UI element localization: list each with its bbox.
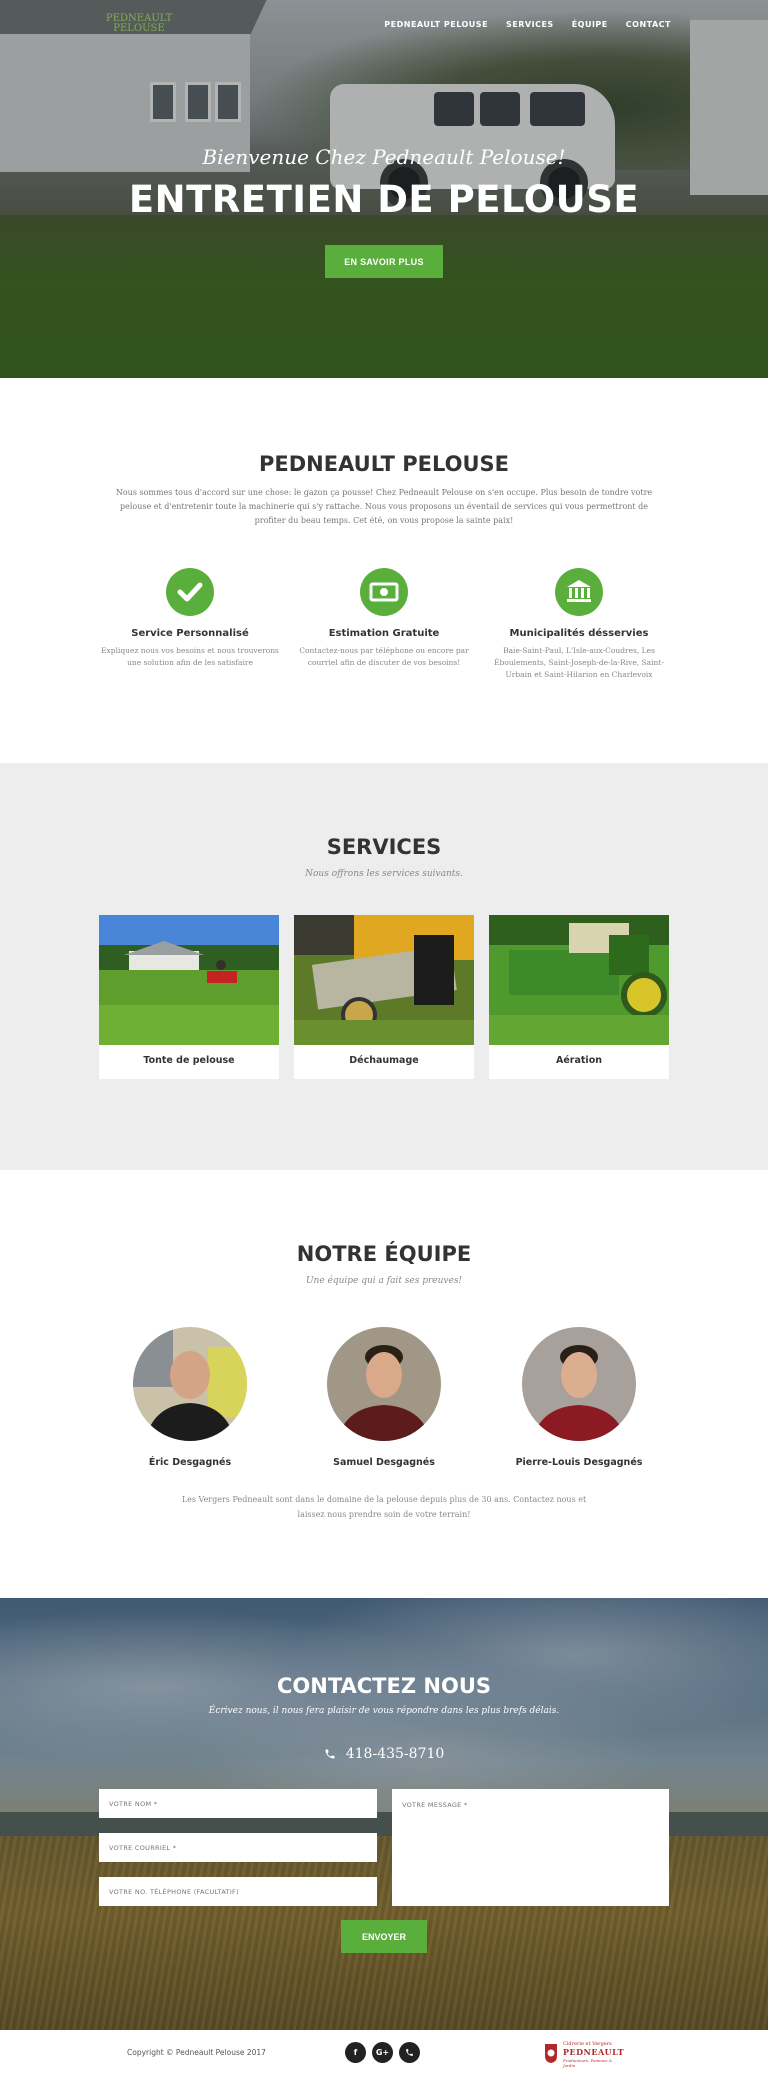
team-title: NOTRE ÉQUIPE: [296, 1242, 472, 1266]
partner-logo[interactable]: Cidrerie et Vergers PEDNEAULT Producteur…: [543, 2041, 624, 2068]
partner-line2: PEDNEAULT: [563, 2047, 625, 2057]
contact-subtitle: Écrivez nous, il nous fera plaisir de vo…: [208, 1706, 560, 1716]
about-section: PEDNEAULT PELOUSE Nous sommes tous d'acc…: [0, 378, 768, 763]
google-plus-icon[interactable]: G+: [372, 2042, 393, 2063]
services-subtitle: Nous offrons les services suivants.: [305, 869, 463, 879]
nav-item-equipe[interactable]: ÉQUIPE: [572, 20, 608, 29]
avatar: [522, 1327, 636, 1441]
member-name: Éric Desgagnés: [148, 1457, 232, 1468]
avatar: [327, 1327, 441, 1441]
team-member: Samuel Desgagnés: [314, 1327, 454, 1468]
member-name: Pierre-Louis Desgagnés: [515, 1457, 643, 1468]
main-nav: PEDNEAULT PELOUSE SERVICES ÉQUIPE CONTAC…: [384, 20, 671, 29]
site-logo[interactable]: PEDNEAULT PELOUSE: [106, 14, 172, 34]
team-text: Les Vergers Pedneault sont dans le domai…: [181, 1495, 587, 1519]
feature-title: Estimation Gratuite: [328, 628, 440, 639]
hero-subtitle: Bienvenue Chez Pedneault Pelouse!: [202, 145, 566, 169]
feature-title: Service Personnalisé: [131, 628, 249, 639]
feature-personalized: Service Personnalisé Expliquez nous vos …: [100, 568, 280, 669]
aeration-image: [489, 915, 669, 1045]
email-field[interactable]: [99, 1833, 377, 1862]
team-section: NOTRE ÉQUIPE Une équipe qui a fait ses p…: [0, 1170, 768, 1598]
dethatching-image: [294, 915, 474, 1045]
nav-item-pedneault-pelouse[interactable]: PEDNEAULT PELOUSE: [384, 20, 488, 29]
team-member: Éric Desgagnés: [120, 1327, 260, 1468]
feature-text: Baie-Saint-Paul, L'Isle-aux-Coudres, Les…: [494, 646, 664, 679]
service-label: Déchaumage: [349, 1055, 419, 1066]
feature-title: Municipalités désservies: [509, 628, 649, 639]
send-button[interactable]: ENVOYER: [341, 1920, 427, 1953]
phone-text: 418-435-8710: [345, 1746, 445, 1762]
feature-municipalities: Municipalités désservies Baie-Saint-Paul…: [489, 568, 669, 681]
phone-icon[interactable]: [399, 2042, 420, 2063]
nav-item-services[interactable]: SERVICES: [506, 20, 554, 29]
social-links: f G+: [345, 2042, 420, 2063]
money-icon: [360, 568, 408, 616]
hero-title: ENTRETIEN DE PELOUSE: [128, 178, 640, 221]
contact-title: CONTACTEZ NOUS: [276, 1674, 491, 1698]
feature-text: Expliquez nous vos besoins et nous trouv…: [101, 646, 279, 667]
services-title: SERVICES: [326, 835, 442, 859]
partner-line3: Producteurs, Pommes & Jardin: [563, 2058, 613, 2068]
nav-item-contact[interactable]: CONTACT: [626, 20, 671, 29]
member-name: Samuel Desgagnés: [333, 1457, 435, 1468]
avatar: [133, 1327, 247, 1441]
team-member: Pierre-Louis Desgagnés: [509, 1327, 649, 1468]
services-section: SERVICES Nous offrons les services suiva…: [0, 763, 768, 1170]
footer: Copyright © Pedneault Pelouse 2017 f G+ …: [0, 2030, 768, 2075]
apple-crest-icon: [545, 2044, 557, 2063]
service-card-dethatching[interactable]: Déchaumage: [294, 915, 474, 1079]
feature-estimate: Estimation Gratuite Contactez-nous par t…: [294, 568, 474, 669]
check-icon: [166, 568, 214, 616]
phone-number[interactable]: 418-435-8710: [0, 1746, 768, 1764]
bank-icon: [555, 568, 603, 616]
feature-text: Contactez-nous par téléphone ou encore p…: [299, 646, 469, 667]
copyright-text: Copyright © Pedneault Pelouse 2017: [127, 2048, 266, 2057]
learn-more-button[interactable]: EN SAVOIR PLUS: [325, 245, 443, 278]
page: PEDNEAULT PELOUSE PEDNEAULT PELOUSE SERV…: [0, 0, 768, 2075]
phone-field[interactable]: [99, 1877, 377, 1906]
mowing-image: [99, 915, 279, 1045]
service-label: Aération: [556, 1055, 602, 1066]
about-text: Nous sommes tous d'accord sur une chose:…: [115, 488, 653, 525]
team-subtitle: Une équipe qui a fait ses preuves!: [305, 1276, 463, 1286]
facebook-icon[interactable]: f: [345, 2042, 366, 2063]
phone-icon: [324, 1748, 336, 1764]
name-field[interactable]: [99, 1789, 377, 1818]
service-card-aeration[interactable]: Aération: [489, 915, 669, 1079]
contact-section: CONTACTEZ NOUS Écrivez nous, il nous fer…: [0, 1598, 768, 2030]
service-card-mowing[interactable]: Tonte de pelouse: [99, 915, 279, 1079]
logo-line2: PELOUSE: [113, 23, 165, 34]
message-field[interactable]: [392, 1789, 669, 1906]
about-title: PEDNEAULT PELOUSE: [258, 452, 510, 476]
service-label: Tonte de pelouse: [143, 1055, 235, 1066]
hero-section: PEDNEAULT PELOUSE PEDNEAULT PELOUSE SERV…: [0, 0, 768, 378]
